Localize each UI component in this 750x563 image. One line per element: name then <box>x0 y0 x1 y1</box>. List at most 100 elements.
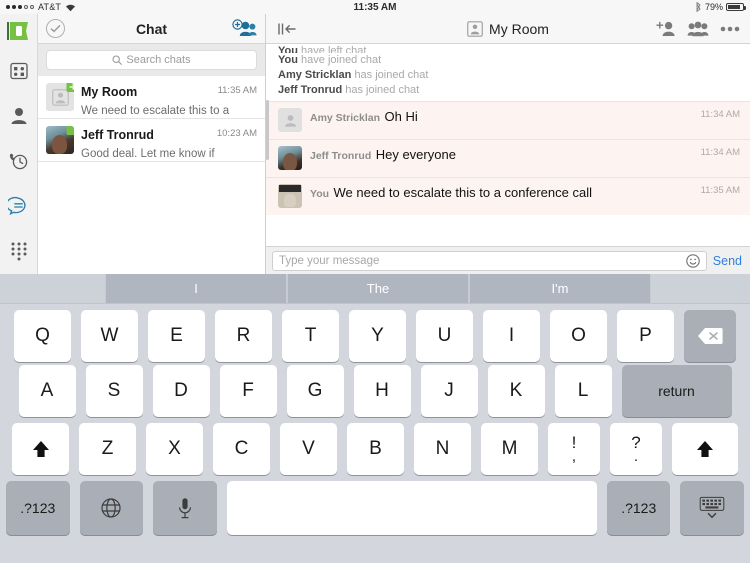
key-c[interactable]: C <box>213 423 270 475</box>
list-item-meta: Jeff Tronrud Good deal. Let me know if <box>81 126 215 162</box>
system-message-text: have left chat <box>301 45 367 53</box>
numbers-key-right[interactable]: .?123 <box>606 481 671 535</box>
key-f[interactable]: F <box>219 365 277 417</box>
message-input-bar: Type your message Send <box>266 246 750 274</box>
key-t[interactable]: T <box>282 309 339 362</box>
key-q[interactable]: Q <box>14 309 71 362</box>
system-message: Amy Stricklan has joined chat <box>278 68 750 83</box>
system-messages: You have left chat You have joined chat … <box>266 44 750 101</box>
conversation-column: My Room You have left chat You have join… <box>266 14 750 274</box>
key-x[interactable]: X <box>146 423 203 475</box>
add-participant-icon[interactable] <box>656 21 676 37</box>
room-placeholder-avatar <box>46 83 74 111</box>
shift-key-left[interactable] <box>12 423 69 475</box>
key-k[interactable]: K <box>487 365 545 417</box>
message-input[interactable]: Type your message <box>272 250 707 271</box>
space-key[interactable] <box>226 481 597 535</box>
message-text: Oh Hi <box>384 109 418 124</box>
prediction-item-1[interactable]: I <box>105 274 287 303</box>
call-history-icon <box>8 151 29 171</box>
send-button[interactable]: Send <box>713 254 744 268</box>
key-period-label: . <box>633 447 639 465</box>
system-message-text: have joined chat <box>301 54 382 66</box>
chat-list-header: Chat <box>38 14 265 44</box>
conversation-actions <box>656 21 740 37</box>
predictive-text-bar: I The I'm <box>0 274 750 304</box>
key-j[interactable]: J <box>420 365 478 417</box>
more-options-icon[interactable] <box>720 26 740 32</box>
shift-key-right[interactable] <box>672 423 738 475</box>
prediction-item-3[interactable]: I'm <box>469 274 651 303</box>
emoji-icon[interactable] <box>686 253 700 268</box>
participants-icon[interactable] <box>687 21 709 37</box>
message-timestamp: 11:34 AM <box>700 147 740 158</box>
key-b[interactable]: B <box>347 423 404 475</box>
sidebar-item-apps[interactable] <box>0 48 38 93</box>
message-scrollbar[interactable] <box>266 100 269 160</box>
return-key[interactable]: return <box>621 365 732 417</box>
key-p[interactable]: P <box>617 309 674 362</box>
dictation-key[interactable] <box>153 481 217 535</box>
room-avatar-icon <box>467 20 483 37</box>
key-question-period[interactable]: ? . <box>610 423 662 475</box>
system-message: You have left chat <box>278 45 750 53</box>
microphone-icon <box>177 497 193 519</box>
key-exclamation-comma[interactable]: ! , <box>548 423 600 475</box>
predictive-spacer-left <box>0 274 105 303</box>
key-m[interactable]: M <box>481 423 538 475</box>
message-row: Jeff Tronrud Hey everyone 11:34 AM <box>266 139 750 177</box>
battery-icon <box>726 3 746 11</box>
key-z[interactable]: Z <box>79 423 136 475</box>
key-s[interactable]: S <box>85 365 143 417</box>
message-body: Amy Stricklan Oh Hi <box>310 108 693 132</box>
hide-keyboard-icon <box>699 496 725 520</box>
message-body: You We need to escalate this to a confer… <box>310 184 693 208</box>
key-u[interactable]: U <box>416 309 473 362</box>
key-n[interactable]: N <box>414 423 471 475</box>
status-bar: AT&T 11:35 AM 79% <box>0 0 750 14</box>
list-item[interactable]: My Room We need to escalate this to a 11… <box>38 76 265 119</box>
key-w[interactable]: W <box>81 309 138 362</box>
key-h[interactable]: H <box>353 365 411 417</box>
system-message-actor: Amy Stricklan <box>278 69 352 81</box>
key-e[interactable]: E <box>148 309 205 362</box>
prediction-item-2[interactable]: The <box>287 274 469 303</box>
key-a[interactable]: A <box>18 365 76 417</box>
add-people-icon[interactable] <box>231 19 257 38</box>
search-input[interactable]: Search chats <box>46 50 257 70</box>
key-comma-label: , <box>571 447 577 465</box>
system-message-actor: You <box>278 54 298 66</box>
numbers-key-left[interactable]: .?123 <box>6 481 70 535</box>
shift-icon <box>695 439 715 459</box>
sidebar-item-dialpad[interactable] <box>0 229 38 274</box>
key-y[interactable]: Y <box>349 309 406 362</box>
jeff-photo-avatar <box>46 126 74 154</box>
predictive-spacer-right <box>651 274 750 303</box>
key-r[interactable]: R <box>215 309 272 362</box>
key-g[interactable]: G <box>286 365 344 417</box>
shift-icon <box>31 439 51 459</box>
list-item[interactable]: Jeff Tronrud Good deal. Let me know if 1… <box>38 119 265 162</box>
sidebar-item-call-history[interactable] <box>0 138 38 183</box>
you-photo-avatar <box>278 184 302 208</box>
sidebar-item-contacts[interactable] <box>0 93 38 138</box>
backspace-key[interactable] <box>684 309 736 362</box>
system-message-actor: Jeff Tronrud <box>278 84 343 96</box>
sidebar-item-chat[interactable] <box>0 184 38 229</box>
key-exclamation-label: ! <box>571 432 577 452</box>
chat-name: Jeff Tronrud <box>81 128 154 142</box>
globe-key[interactable] <box>79 481 144 535</box>
key-d[interactable]: D <box>152 365 210 417</box>
chat-timestamp: 10:23 AM <box>216 128 257 139</box>
chat-preview: We need to escalate this to a <box>81 105 230 117</box>
key-i[interactable]: I <box>483 309 540 362</box>
hide-keyboard-key[interactable] <box>680 481 744 535</box>
key-l[interactable]: L <box>554 365 612 417</box>
presence-forward-green <box>66 83 74 92</box>
jeff-photo-avatar <box>278 146 302 170</box>
message-text: Hey everyone <box>375 147 456 162</box>
search-bar-container: Search chats <box>38 44 265 76</box>
key-v[interactable]: V <box>280 423 337 475</box>
chat-preview: Good deal. Let me know if <box>81 148 215 160</box>
key-o[interactable]: O <box>550 309 607 362</box>
